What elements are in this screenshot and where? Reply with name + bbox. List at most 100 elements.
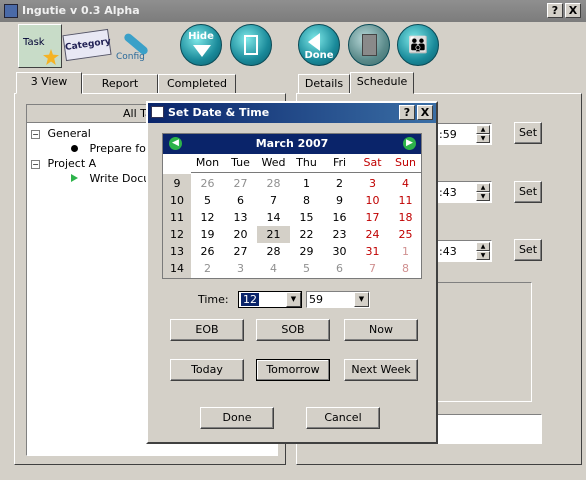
calendar-day[interactable]: 2 (191, 260, 224, 277)
calendar-day[interactable]: 8 (290, 192, 323, 209)
trash-button[interactable] (348, 24, 392, 68)
calendar-day[interactable]: 29 (290, 243, 323, 260)
calendar-day[interactable]: 26 (191, 175, 224, 192)
calendar-day[interactable]: 8 (389, 260, 422, 277)
task-button[interactable]: Task (18, 24, 62, 68)
calendar-day[interactable]: 5 (191, 192, 224, 209)
hide-button[interactable]: Hide (180, 24, 224, 68)
dialog-close-button[interactable]: X (417, 105, 433, 120)
calendar-day[interactable]: 25 (389, 226, 422, 243)
calendar-day[interactable]: 14 (257, 209, 290, 226)
spinner[interactable]: ▲ ▼ (476, 125, 490, 143)
month-label: March 2007 (255, 137, 329, 150)
expand-icon: − (31, 160, 40, 169)
next-month-button[interactable]: ▶ (403, 137, 416, 150)
tomorrow-button[interactable]: Tomorrow (256, 359, 330, 381)
calendar-day[interactable]: 3 (356, 175, 389, 192)
hour-select[interactable]: 12 ▼ (238, 291, 302, 308)
tree-item-write-docu[interactable]: Write Docu (71, 172, 150, 185)
calendar-day[interactable]: 12 (191, 209, 224, 226)
category-button[interactable]: Category (62, 24, 112, 68)
info-button[interactable] (230, 24, 274, 68)
calendar-day[interactable]: 21 (257, 226, 290, 243)
calendar-day[interactable]: 9 (323, 192, 356, 209)
calendar-day[interactable]: 27 (224, 175, 257, 192)
calendar-day[interactable]: 6 (323, 260, 356, 277)
week-number: 14 (170, 262, 184, 275)
calendar-day[interactable]: 7 (257, 192, 290, 209)
calendar-day[interactable]: 31 (356, 243, 389, 260)
done-dialog-button[interactable]: Done (200, 407, 274, 429)
calendar-day[interactable]: 1 (290, 175, 323, 192)
tree-item-project-a[interactable]: − Project A (31, 157, 96, 170)
calendar-day[interactable]: 15 (290, 209, 323, 226)
calendar-day[interactable]: 23 (323, 226, 356, 243)
hide-icon: Hide (180, 24, 222, 66)
close-button[interactable]: X (565, 3, 581, 18)
chevron-down-icon[interactable]: ▼ (354, 292, 369, 307)
week-number: 13 (170, 245, 184, 258)
minute-select[interactable]: 59 ▼ (306, 291, 370, 308)
calendar-day[interactable]: 16 (323, 209, 356, 226)
week-number: 11 (170, 211, 184, 224)
calendar-day[interactable]: 24 (356, 226, 389, 243)
calendar-day[interactable]: 7 (356, 260, 389, 277)
category-icon: Category (62, 28, 112, 62)
tree-item-prepare[interactable]: Prepare for (71, 142, 150, 155)
today-button[interactable]: Today (170, 359, 244, 381)
weekday-header: Thu (296, 156, 317, 169)
schedule-time-field-2[interactable]: :43 ▲ ▼ (430, 181, 492, 203)
set-button-3[interactable]: Set (514, 239, 542, 261)
calendar-day[interactable]: 22 (290, 226, 323, 243)
schedule-time-field-1[interactable]: :59 ▲ ▼ (430, 123, 492, 145)
bullet-icon (71, 145, 78, 152)
schedule-time-field-3[interactable]: :43 ▲ ▼ (430, 240, 492, 262)
calendar-day[interactable]: 17 (356, 209, 389, 226)
calendar-day[interactable]: 10 (356, 192, 389, 209)
dialog-help-button[interactable]: ? (399, 105, 415, 120)
next-week-button[interactable]: Next Week (344, 359, 418, 381)
calendar[interactable]: ◀ March 2007 ▶ Mon Tue Wed Thu Fri Sat Sun 9 26… (162, 133, 422, 279)
sob-button[interactable]: SOB (256, 319, 330, 341)
set-button-1[interactable]: Set (514, 122, 542, 144)
people-button[interactable]: 👪 (397, 24, 441, 68)
dialog-icon (151, 106, 164, 118)
eob-button[interactable]: EOB (170, 319, 244, 341)
tree-item-general[interactable]: − General (31, 127, 91, 140)
calendar-day[interactable]: 28 (257, 175, 290, 192)
calendar-day[interactable]: 28 (257, 243, 290, 260)
calendar-day[interactable]: 4 (389, 175, 422, 192)
calendar-day[interactable]: 13 (224, 209, 257, 226)
window-title: Ingutie v 0.3 Alpha (22, 4, 140, 17)
calendar-day[interactable]: 27 (224, 243, 257, 260)
tab-3-view[interactable]: 3 View (16, 72, 82, 94)
calendar-day[interactable]: 3 (224, 260, 257, 277)
notes-field[interactable] (430, 414, 542, 444)
calendar-day[interactable]: 5 (290, 260, 323, 277)
calendar-day[interactable]: 19 (191, 226, 224, 243)
help-button[interactable]: ? (547, 3, 563, 18)
tab-details[interactable]: Details (298, 74, 350, 94)
spinner[interactable]: ▲ ▼ (476, 183, 490, 201)
chevron-down-icon[interactable]: ▼ (286, 292, 301, 307)
week-number: 10 (170, 194, 184, 207)
calendar-day[interactable]: 4 (257, 260, 290, 277)
done-button[interactable]: Done (298, 24, 342, 68)
calendar-day[interactable]: 26 (191, 243, 224, 260)
now-button[interactable]: Now (344, 319, 418, 341)
calendar-day[interactable]: 18 (389, 209, 422, 226)
calendar-day[interactable]: 20 (224, 226, 257, 243)
calendar-day[interactable]: 30 (323, 243, 356, 260)
calendar-day[interactable]: 1 (389, 243, 422, 260)
tab-schedule[interactable]: Schedule (350, 72, 414, 94)
set-button-2[interactable]: Set (514, 181, 542, 203)
cancel-button[interactable]: Cancel (306, 407, 380, 429)
calendar-day[interactable]: 11 (389, 192, 422, 209)
config-button[interactable]: Config (114, 24, 158, 68)
tab-completed[interactable]: Completed (158, 74, 236, 94)
calendar-day[interactable]: 6 (224, 192, 257, 209)
tab-report[interactable]: Report (82, 74, 158, 94)
calendar-day[interactable]: 2 (323, 175, 356, 192)
spinner[interactable]: ▲ ▼ (476, 242, 490, 260)
dialog-title: Set Date & Time (168, 106, 270, 119)
